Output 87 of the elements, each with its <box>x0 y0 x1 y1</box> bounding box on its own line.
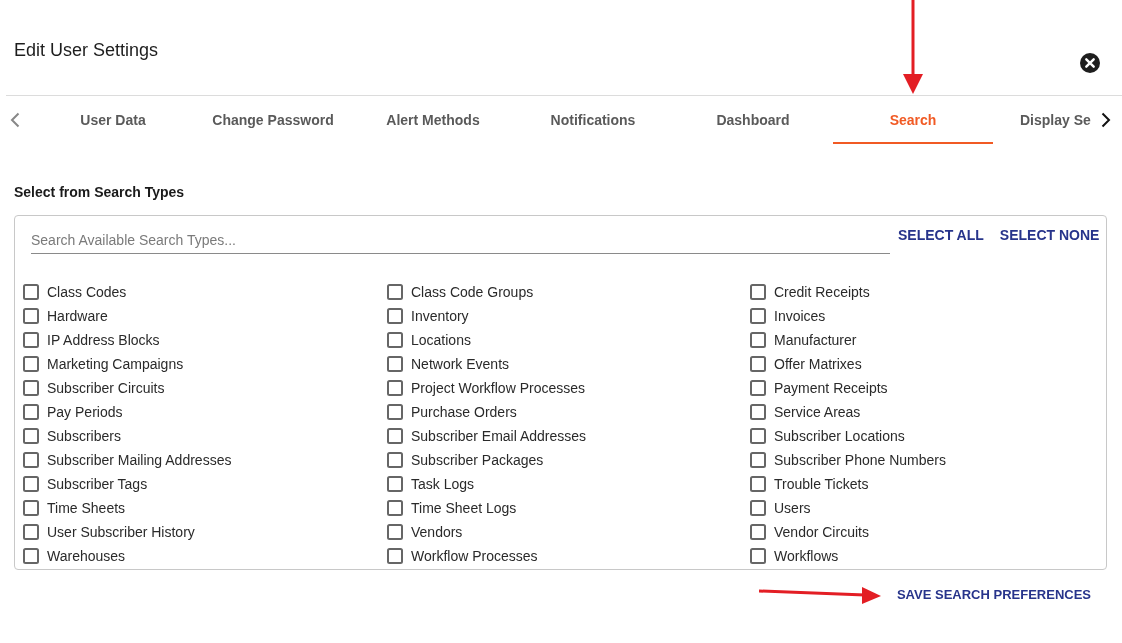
checkbox-label: Payment Receipts <box>774 380 888 396</box>
section-heading: Select from Search Types <box>14 183 185 202</box>
checkbox-label: User Subscriber History <box>47 524 195 540</box>
checkbox-label: Service Areas <box>774 404 861 420</box>
checkbox-label: Time Sheet Logs <box>411 500 517 516</box>
checkbox[interactable] <box>387 428 403 444</box>
checkbox[interactable] <box>387 404 403 420</box>
checkbox[interactable] <box>23 404 39 420</box>
checkbox-label: Workflows <box>774 548 839 564</box>
checkbox-label: Subscriber Tags <box>47 476 148 492</box>
checkbox-label: Vendors <box>411 524 463 540</box>
checkbox-label: Locations <box>411 332 471 348</box>
checkbox[interactable] <box>750 500 766 516</box>
checkbox[interactable] <box>387 332 403 348</box>
dialog-title: Edit User Settings <box>14 39 159 62</box>
checkbox[interactable] <box>387 284 403 300</box>
checkbox-label: Workflow Processes <box>411 548 538 564</box>
checkbox-label: Vendor Circuits <box>774 524 869 540</box>
checkbox[interactable] <box>387 548 403 564</box>
chevron-left-icon[interactable] <box>10 112 20 128</box>
tab[interactable]: User Data <box>33 96 193 144</box>
checkbox-label: Subscriber Packages <box>411 452 544 468</box>
checkbox-label: Task Logs <box>411 476 475 492</box>
checkbox-label: Project Workflow Processes <box>411 380 585 396</box>
checkbox-label: Invoices <box>774 308 826 324</box>
checkbox-label: Subscriber Mailing Addresses <box>47 452 232 468</box>
select-none-button[interactable]: SELECT NONE <box>999 227 1100 243</box>
checkbox-label: Inventory <box>411 308 469 324</box>
checkbox[interactable] <box>23 476 39 492</box>
checkbox[interactable] <box>750 332 766 348</box>
checkbox-label: Users <box>774 500 811 516</box>
checkbox[interactable] <box>23 524 39 540</box>
checkbox[interactable] <box>750 476 766 492</box>
checkbox[interactable] <box>750 404 766 420</box>
chevron-right-icon[interactable] <box>1101 112 1111 128</box>
checkbox-label: Subscriber Locations <box>774 428 905 444</box>
checkbox[interactable] <box>23 452 39 468</box>
checkbox-label: Purchase Orders <box>411 404 517 420</box>
checkbox-label: Hardware <box>47 308 108 324</box>
checkbox-label: Trouble Tickets <box>774 476 869 492</box>
tab[interactable]: Change Password <box>193 96 353 144</box>
checkbox-label: Time Sheets <box>47 500 126 516</box>
tab[interactable]: Notifications <box>513 96 673 144</box>
checkbox-label: Warehouses <box>47 548 126 564</box>
checkbox[interactable] <box>23 548 39 564</box>
checkbox[interactable] <box>387 476 403 492</box>
checkbox-label: Credit Receipts <box>774 284 870 300</box>
checkbox[interactable] <box>23 284 39 300</box>
checkbox[interactable] <box>387 452 403 468</box>
checkbox-label: Class Codes <box>47 284 127 300</box>
checkbox[interactable] <box>750 356 766 372</box>
close-icon[interactable] <box>1080 53 1100 73</box>
checkbox-label: Subscribers <box>47 428 121 444</box>
checkbox[interactable] <box>387 380 403 396</box>
checkbox-label: Subscriber Email Addresses <box>411 428 587 444</box>
checkbox-label: Network Events <box>411 356 510 372</box>
checkbox[interactable] <box>750 452 766 468</box>
checkbox[interactable] <box>750 524 766 540</box>
checkbox-label: Subscriber Phone Numbers <box>774 452 946 468</box>
checkbox[interactable] <box>23 380 39 396</box>
checkbox[interactable] <box>750 428 766 444</box>
tab[interactable]: Alert Methods <box>353 96 513 144</box>
checkbox[interactable] <box>23 308 39 324</box>
checkbox[interactable] <box>23 332 39 348</box>
checkbox[interactable] <box>23 356 39 372</box>
checkbox[interactable] <box>387 308 403 324</box>
checkbox[interactable] <box>387 500 403 516</box>
checkbox-label: Class Code Groups <box>411 284 534 300</box>
checkbox[interactable] <box>23 500 39 516</box>
checkbox[interactable] <box>387 524 403 540</box>
checkbox[interactable] <box>750 380 766 396</box>
checkbox-label: Manufacturer <box>774 332 857 348</box>
checkbox[interactable] <box>750 284 766 300</box>
checkbox-label: IP Address Blocks <box>47 332 160 348</box>
checkbox[interactable] <box>750 308 766 324</box>
checkbox[interactable] <box>23 428 39 444</box>
checkbox-label: Marketing Campaigns <box>47 356 184 372</box>
checkbox[interactable] <box>387 356 403 372</box>
checkbox-label: Subscriber Circuits <box>47 380 165 396</box>
checkbox[interactable] <box>750 548 766 564</box>
checkbox-label: Offer Matrixes <box>774 356 862 372</box>
select-all-button[interactable]: SELECT ALL <box>898 227 984 243</box>
search-field[interactable]: Search Available Search Types... <box>31 227 890 254</box>
tab[interactable]: Dashboard <box>673 96 833 144</box>
save-preferences-button[interactable]: SAVE SEARCH PREFERENCES <box>880 583 1107 607</box>
tab[interactable]: Display Se <box>993 96 1093 144</box>
checkbox-label: Pay Periods <box>47 404 123 420</box>
